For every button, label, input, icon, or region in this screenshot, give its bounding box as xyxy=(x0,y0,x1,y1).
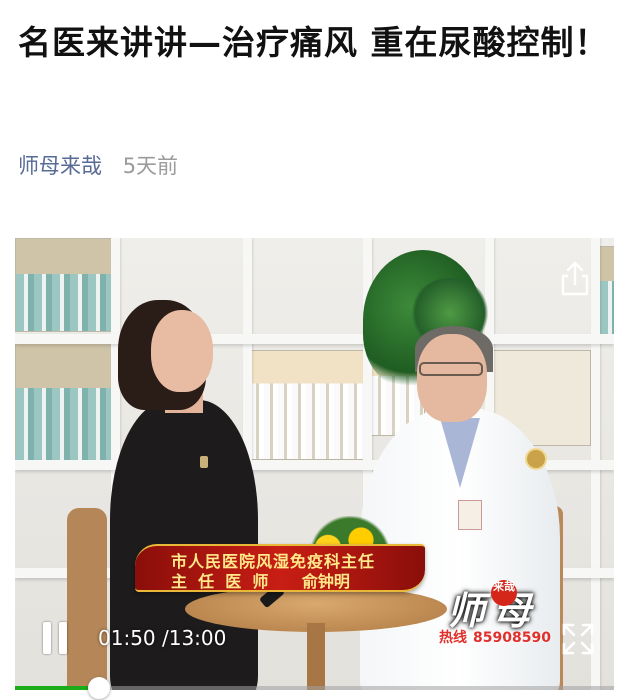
article-meta: 师母来哉 5天前 xyxy=(18,150,178,180)
pause-icon xyxy=(43,622,51,654)
doctor-figure xyxy=(419,362,483,376)
pause-icon xyxy=(59,622,67,654)
hotline: 热线 85908590 xyxy=(439,627,551,647)
name-caption: 市人民医院风湿免疫科主任 主 任 医 师 俞钟明 xyxy=(135,544,425,592)
hotline-number: 85908590 xyxy=(473,630,551,646)
round-table xyxy=(307,623,325,690)
wall-photo xyxy=(15,238,113,332)
author-link[interactable]: 师母来哉 xyxy=(18,154,102,178)
hospital-emblem xyxy=(525,448,547,470)
video-player[interactable]: 市人民医院风湿免疫科主任 主 任 医 师 俞钟明 师母 来哉 热线 8590859… xyxy=(15,238,614,690)
time-display: 01:50 /13:00 xyxy=(98,626,227,650)
wall-photo xyxy=(15,342,113,462)
article-title: 名医来讲讲—治疗痛风 重在尿酸控制！ xyxy=(18,23,609,62)
publish-time: 5天前 xyxy=(122,154,179,178)
caption-name: 主 任 医 师 俞钟明 xyxy=(171,572,350,591)
hotline-label: 热线 xyxy=(439,630,467,646)
chair xyxy=(67,508,107,690)
necklace xyxy=(200,456,208,468)
progress-fill xyxy=(15,686,99,690)
name-badge xyxy=(458,500,482,530)
channel-logo-seal: 来哉 xyxy=(491,580,517,606)
host-figure xyxy=(151,310,213,392)
pause-button[interactable] xyxy=(41,622,71,656)
doctor-figure xyxy=(417,334,487,422)
fullscreen-icon[interactable] xyxy=(561,622,595,656)
wall-photo xyxy=(599,246,614,338)
wall-photo xyxy=(249,350,365,460)
progress-knob[interactable] xyxy=(88,677,110,699)
shelf-board xyxy=(15,334,614,344)
share-icon[interactable] xyxy=(556,260,594,298)
